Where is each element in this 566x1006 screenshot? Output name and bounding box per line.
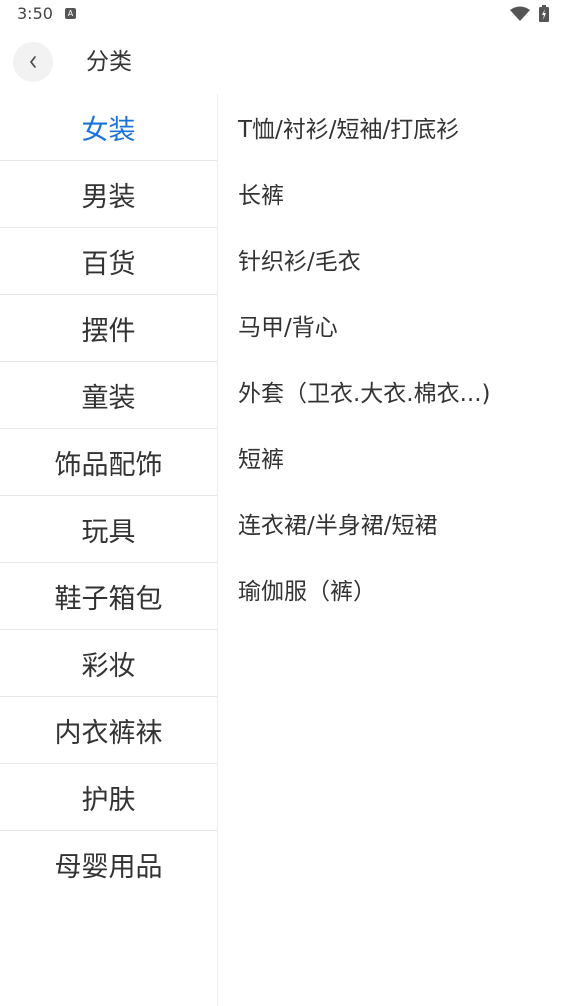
subcategory-list: T恤/衬衫/短袖/打底衫 长裤 针织衫/毛衣 马甲/背心 外套（卫衣.大衣.棉衣… (218, 94, 566, 1006)
sidebar-item-label: 玩具 (81, 516, 136, 548)
subcategory-item[interactable]: 连衣裙/半身裙/短裙 (218, 490, 566, 556)
sidebar-item[interactable]: 女装 (0, 94, 217, 161)
sidebar-item[interactable]: 饰品配饰 (0, 429, 217, 496)
sidebar-item-label: 百货 (81, 248, 136, 280)
subcategory-label: 连衣裙/半身裙/短裙 (238, 513, 438, 539)
subcategory-item[interactable]: 短裤 (218, 424, 566, 490)
sidebar-item-label: 彩妆 (81, 650, 136, 682)
sidebar-item[interactable]: 护肤 (0, 764, 217, 831)
sidebar-item-label: 摆件 (81, 315, 136, 347)
sidebar-item[interactable]: 母婴用品 (0, 831, 217, 898)
a-icon: A (65, 8, 76, 19)
sidebar-item-label: 护肤 (81, 784, 136, 816)
subcategory-label: 长裤 (238, 183, 284, 209)
sidebar-item[interactable]: 玩具 (0, 496, 217, 563)
status-bar: 3:50 A (0, 0, 566, 30)
status-time: 3:50 (17, 4, 53, 23)
subcategory-label: 马甲/背心 (238, 315, 338, 341)
sidebar-item[interactable]: 男装 (0, 161, 217, 228)
chevron-left-icon (30, 56, 36, 68)
subcategory-label: 外套（卫衣.大衣.棉衣...) (238, 381, 491, 407)
subcategory-item[interactable]: 外套（卫衣.大衣.棉衣...) (218, 358, 566, 424)
sidebar-item-label: 饰品配饰 (54, 449, 163, 481)
sidebar-item-label: 童装 (81, 382, 136, 414)
sidebar-item[interactable]: 童装 (0, 362, 217, 429)
sidebar-item[interactable]: 摆件 (0, 295, 217, 362)
subcategory-item[interactable]: 瑜伽服（裤） (218, 556, 566, 622)
subcategory-item[interactable]: T恤/衬衫/短袖/打底衫 (218, 94, 566, 160)
subcategory-label: 针织衫/毛衣 (238, 249, 361, 275)
subcategory-label: 短裤 (238, 447, 284, 473)
sidebar-item-label: 内衣裤袜 (54, 717, 163, 749)
subcategory-label: T恤/衬衫/短袖/打底衫 (238, 117, 460, 143)
sidebar-item[interactable]: 内衣裤袜 (0, 697, 217, 764)
header: 分类 (0, 30, 566, 94)
battery-icon (539, 5, 549, 22)
sidebar-item-label: 母婴用品 (54, 852, 163, 883)
back-button[interactable] (13, 42, 53, 82)
category-sidebar: 女装 男装 百货 摆件 童装 饰品配饰 玩具 鞋子箱包 彩妆 内衣裤袜 护肤 母… (0, 94, 218, 1006)
page-title: 分类 (86, 49, 132, 75)
sidebar-item-label: 女装 (81, 114, 136, 146)
sidebar-item[interactable]: 百货 (0, 228, 217, 295)
subcategory-label: 瑜伽服（裤） (238, 579, 376, 605)
sidebar-item[interactable]: 鞋子箱包 (0, 563, 217, 630)
sidebar-item[interactable]: 彩妆 (0, 630, 217, 697)
sidebar-item-label: 鞋子箱包 (54, 583, 163, 615)
subcategory-item[interactable]: 针织衫/毛衣 (218, 226, 566, 292)
wifi-icon (510, 6, 530, 21)
subcategory-item[interactable]: 马甲/背心 (218, 292, 566, 358)
sidebar-item-label: 男装 (81, 181, 136, 213)
subcategory-item[interactable]: 长裤 (218, 160, 566, 226)
